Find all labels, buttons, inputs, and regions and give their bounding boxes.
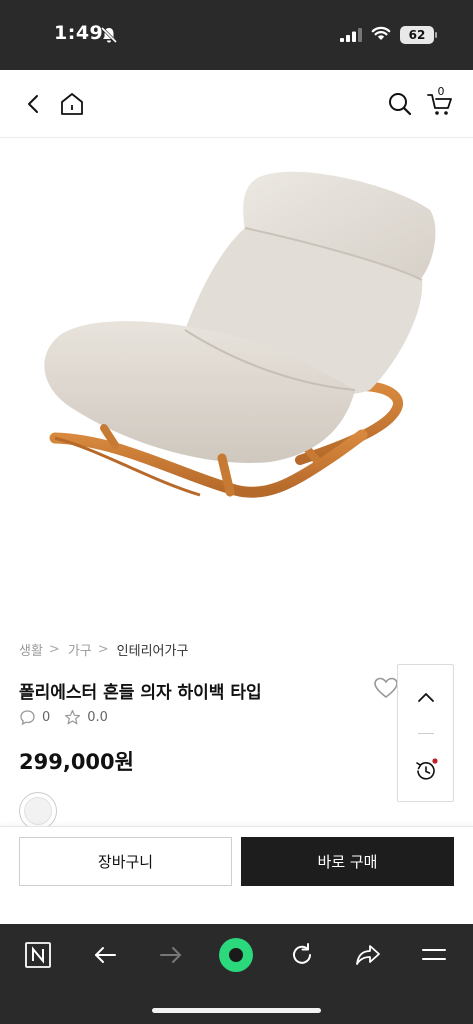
green-dot-button[interactable] — [218, 937, 254, 973]
battery-indicator: 62 — [400, 26, 434, 44]
cart-count-badge: 0 — [437, 85, 445, 98]
recently-viewed-history-icon[interactable] — [412, 757, 440, 785]
reload-icon — [293, 943, 311, 964]
speech-bubble-icon — [20, 710, 35, 726]
browser-toolbar — [0, 924, 473, 1024]
status-time: 1:49 — [54, 22, 104, 44]
green-dot-icon — [219, 938, 253, 972]
add-to-cart-button[interactable]: 장바구니 — [19, 837, 232, 886]
hamburger-menu-icon — [422, 949, 446, 960]
menu-button[interactable] — [416, 937, 452, 973]
share-button[interactable] — [350, 937, 386, 973]
cart-button[interactable]: 0 — [426, 85, 454, 118]
home-indicator[interactable] — [152, 1008, 321, 1013]
wishlist-heart-icon[interactable] — [373, 676, 399, 700]
color-option-swatch[interactable] — [19, 792, 57, 830]
review-rating-row: 0 0.0 — [19, 709, 122, 726]
cellular-signal-icon — [340, 28, 362, 42]
naver-home-button[interactable] — [20, 937, 56, 973]
naver-logo-icon — [25, 942, 51, 968]
breadcrumb-item-interior-furniture[interactable]: 인테리어가구 — [117, 640, 189, 659]
browser-back-button[interactable] — [87, 937, 123, 973]
rocking-chair-illustration — [44, 171, 436, 498]
breadcrumb-separator-icon: > — [97, 642, 109, 657]
arrow-right-icon — [160, 947, 181, 963]
breadcrumb-item-furniture[interactable]: 가구 — [68, 640, 92, 659]
home-icon[interactable] — [58, 90, 86, 118]
product-price: 299,000원 — [19, 750, 134, 774]
scroll-to-top-icon[interactable] — [414, 687, 438, 707]
wifi-icon — [371, 26, 391, 40]
reload-button[interactable] — [284, 937, 320, 973]
review-count: 0 — [42, 710, 51, 725]
status-bar: 1:49 62 — [0, 0, 473, 70]
purchase-bar: 장바구니 바로 구매 — [0, 826, 473, 924]
browser-forward-button[interactable] — [153, 937, 189, 973]
star-icon — [65, 709, 81, 725]
page-header: 0 — [0, 70, 473, 138]
breadcrumb-item-life[interactable]: 생활 — [19, 640, 43, 659]
rating-value: 0.0 — [87, 710, 108, 725]
floating-side-panel — [397, 664, 454, 802]
share-arrow-icon — [356, 945, 380, 965]
battery-nub — [435, 32, 437, 38]
arrow-left-icon — [95, 947, 116, 963]
back-arrow-icon[interactable] — [20, 90, 48, 118]
breadcrumb: 생활 > 가구 > 인테리어가구 — [19, 640, 188, 659]
swatch-color — [24, 797, 52, 825]
side-divider — [418, 733, 434, 734]
search-icon[interactable] — [386, 90, 414, 118]
bell-off-icon — [100, 26, 118, 44]
product-title: 폴리에스터 흔들 의자 하이백 타입 — [19, 683, 262, 703]
product-image[interactable] — [0, 140, 473, 630]
buy-now-button[interactable]: 바로 구매 — [241, 837, 454, 886]
breadcrumb-separator-icon: > — [48, 642, 60, 657]
